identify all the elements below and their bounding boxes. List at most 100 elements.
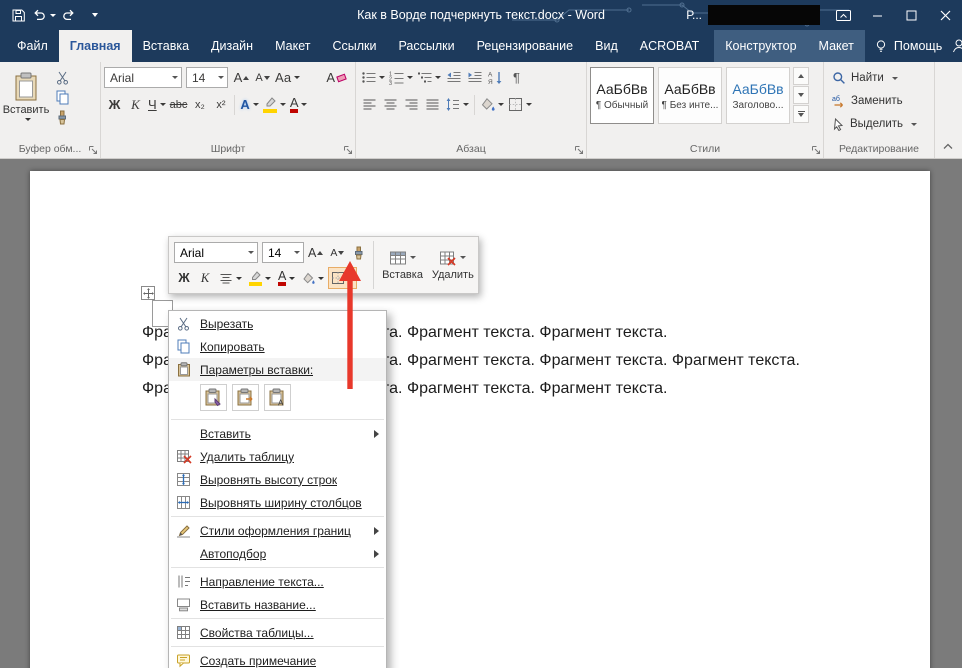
tab-file[interactable]: Файл xyxy=(6,30,59,62)
tab-insert[interactable]: Вставка xyxy=(132,30,200,62)
format-painter-button[interactable] xyxy=(53,107,74,127)
redo-button[interactable] xyxy=(58,3,80,27)
tab-table-layout[interactable]: Макет xyxy=(808,30,865,62)
decrease-indent-button[interactable] xyxy=(443,66,464,90)
highlight-button[interactable] xyxy=(261,93,288,117)
menu-item-insert-caption[interactable]: Вставить название... xyxy=(169,593,386,616)
menu-item-delete-table[interactable]: Удалить таблицу xyxy=(169,445,386,468)
clear-formatting-button[interactable]: А xyxy=(324,66,348,90)
menu-item-table-properties[interactable]: Свойства таблицы... xyxy=(169,621,386,644)
replace-button[interactable]: аб Заменить xyxy=(829,90,929,112)
close-button[interactable] xyxy=(928,0,962,30)
styles-scroll-up-button[interactable] xyxy=(793,67,809,85)
mini-shading-button[interactable] xyxy=(299,267,327,289)
mini-format-painter-button[interactable] xyxy=(348,242,368,264)
mini-alignment-button[interactable] xyxy=(216,267,245,289)
collapse-ribbon-button[interactable] xyxy=(942,137,954,155)
paste-option-keep-formatting[interactable] xyxy=(200,384,227,411)
customize-qat-button[interactable] xyxy=(82,3,104,27)
shrink-font-button[interactable]: А xyxy=(252,66,273,90)
subscript-button[interactable]: х₂ xyxy=(189,93,210,117)
tell-me-help-tab[interactable]: Помощь xyxy=(865,30,951,62)
numbering-button[interactable]: 123 xyxy=(387,66,415,90)
font-family-combo[interactable]: Arial xyxy=(104,67,182,88)
clipboard-dialog-launcher[interactable] xyxy=(87,144,99,156)
mini-borders-button[interactable] xyxy=(328,267,357,289)
align-center-button[interactable] xyxy=(380,93,401,117)
paste-button[interactable]: Вставить xyxy=(3,64,49,128)
mini-insert-table-button[interactable]: Вставка xyxy=(377,237,427,293)
tab-table-design[interactable]: Конструктор xyxy=(714,30,807,62)
tab-layout[interactable]: Макет xyxy=(264,30,321,62)
menu-item-new-comment[interactable]: Создать примечание xyxy=(169,649,386,668)
superscript-button[interactable]: х² xyxy=(210,93,231,117)
borders-button[interactable] xyxy=(506,93,534,117)
menu-item-distribute-rows[interactable]: Выровнять высоту строк xyxy=(169,468,386,491)
undo-caret-icon[interactable] xyxy=(50,14,56,17)
copy-button[interactable] xyxy=(53,87,74,107)
paragraph-dialog-launcher[interactable] xyxy=(573,144,585,156)
increase-indent-button[interactable] xyxy=(464,66,485,90)
italic-button[interactable]: К xyxy=(125,93,146,117)
bullets-button[interactable] xyxy=(359,66,387,90)
line-spacing-button[interactable] xyxy=(443,93,471,117)
tab-home[interactable]: Главная xyxy=(59,30,132,62)
tab-review[interactable]: Рецензирование xyxy=(466,30,585,62)
mini-grow-font-button[interactable]: А xyxy=(305,242,326,264)
multilevel-list-button[interactable] xyxy=(415,66,443,90)
mini-bold-button[interactable]: Ж xyxy=(174,267,194,289)
account-label[interactable]: Р... xyxy=(686,8,702,22)
menu-item-copy[interactable]: Копировать xyxy=(169,335,386,358)
shading-button[interactable] xyxy=(478,93,506,117)
tab-design[interactable]: Дизайн xyxy=(200,30,264,62)
font-color-button[interactable]: А xyxy=(288,93,310,117)
mini-highlight-button[interactable] xyxy=(246,267,274,289)
document-page[interactable] xyxy=(30,171,930,668)
mini-font-color-button[interactable]: А xyxy=(275,267,298,289)
grow-font-button[interactable]: А xyxy=(231,66,252,90)
style-card-no-spacing[interactable]: АаБбВв ¶ Без инте... xyxy=(658,67,722,124)
menu-item-autofit[interactable]: Автоподбор xyxy=(169,542,386,565)
undo-button[interactable] xyxy=(31,3,56,27)
find-button[interactable]: Найти xyxy=(829,67,929,89)
tab-acrobat[interactable]: ACROBAT xyxy=(629,30,711,62)
styles-gallery-more-button[interactable] xyxy=(793,105,809,123)
menu-item-cut[interactable]: Вырезать xyxy=(169,312,386,335)
change-case-button[interactable]: Аа xyxy=(273,66,302,90)
menu-item-text-direction[interactable]: Направление текста... xyxy=(169,570,386,593)
bold-button[interactable]: Ж xyxy=(104,93,125,117)
font-dialog-launcher[interactable] xyxy=(342,144,354,156)
mini-font-family-combo[interactable]: Arial xyxy=(174,242,258,263)
style-card-normal[interactable]: АаБбВв ¶ Обычный xyxy=(590,67,654,124)
minimize-button[interactable] xyxy=(860,0,894,30)
maximize-button[interactable] xyxy=(894,0,928,30)
tab-view[interactable]: Вид xyxy=(584,30,629,62)
styles-scroll-down-button[interactable] xyxy=(793,86,809,104)
select-button[interactable]: Выделить xyxy=(829,113,929,135)
align-right-button[interactable] xyxy=(401,93,422,117)
cut-button[interactable] xyxy=(53,67,74,87)
share-person-icon[interactable] xyxy=(951,38,962,54)
font-size-combo[interactable]: 14 xyxy=(186,67,228,88)
menu-item-distribute-columns[interactable]: Выровнять ширину столбцов xyxy=(169,491,386,514)
mini-font-size-combo[interactable]: 14 xyxy=(262,242,304,263)
menu-item-insert[interactable]: Вставить xyxy=(169,422,386,445)
align-left-button[interactable] xyxy=(359,93,380,117)
sort-button[interactable]: АЯ xyxy=(485,66,506,90)
style-card-heading1[interactable]: АаБбВв Заголово... xyxy=(726,67,790,124)
tab-references[interactable]: Ссылки xyxy=(321,30,387,62)
mini-delete-button[interactable]: Удалить xyxy=(428,237,478,293)
paste-option-keep-text-only[interactable]: А xyxy=(264,384,291,411)
menu-item-border-styles[interactable]: Стили оформления границ xyxy=(169,519,386,542)
styles-dialog-launcher[interactable] xyxy=(810,144,822,156)
table-move-handle[interactable] xyxy=(141,286,155,300)
underline-button[interactable]: Ч xyxy=(146,93,168,117)
save-button[interactable] xyxy=(7,3,29,27)
strikethrough-button[interactable]: abc xyxy=(168,93,190,117)
paste-option-merge-formatting[interactable] xyxy=(232,384,259,411)
tab-mailings[interactable]: Рассылки xyxy=(387,30,465,62)
justify-button[interactable] xyxy=(422,93,443,117)
text-effects-button[interactable]: А xyxy=(238,93,260,117)
show-formatting-marks-button[interactable]: ¶ xyxy=(506,66,527,90)
mini-shrink-font-button[interactable]: А xyxy=(327,242,347,264)
